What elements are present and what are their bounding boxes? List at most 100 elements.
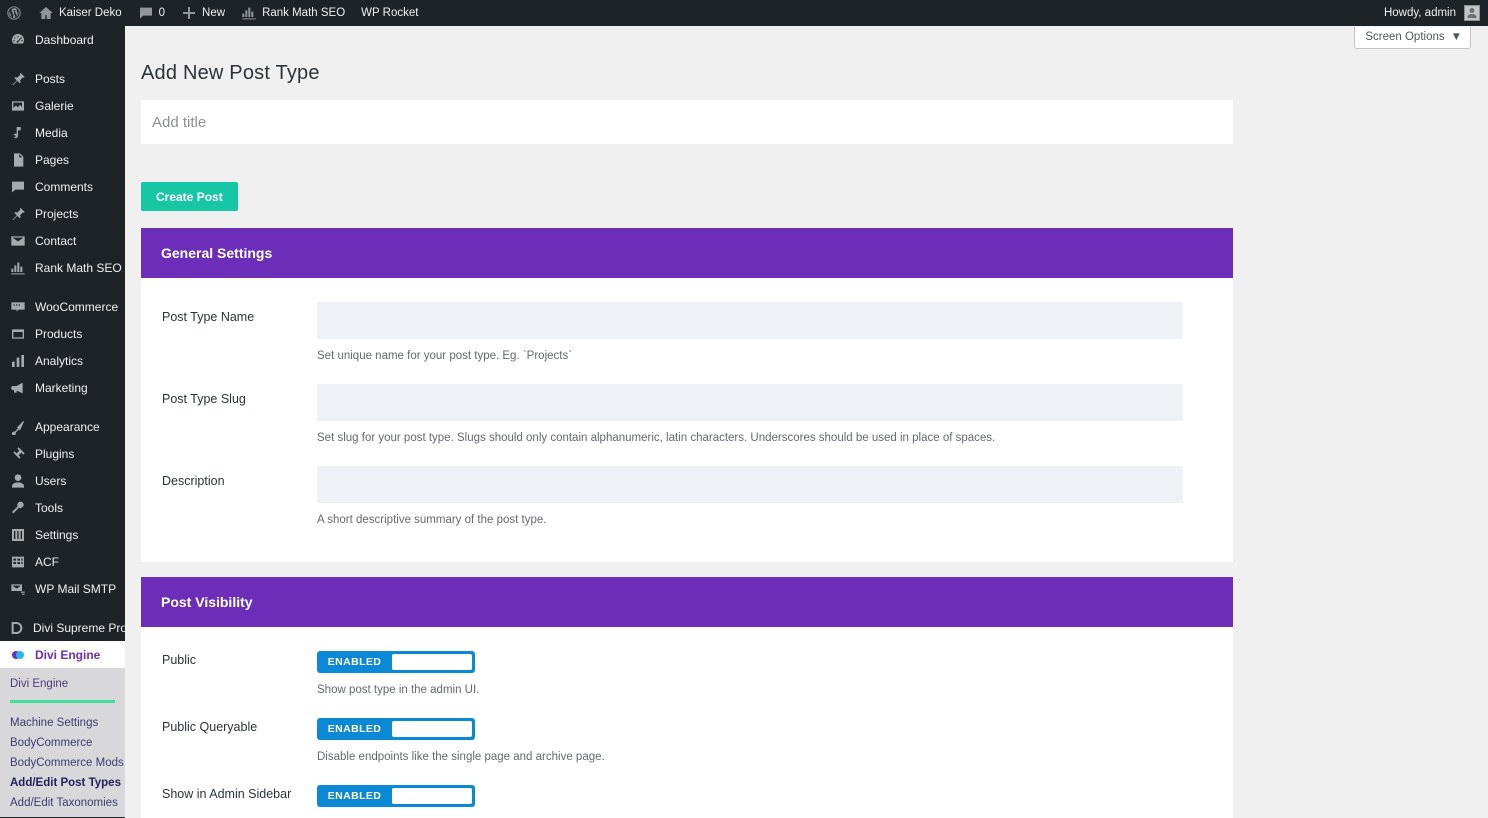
sidebar-item-appearance[interactable]: Appearance bbox=[0, 413, 125, 440]
sidebar-item-users[interactable]: Users bbox=[0, 467, 125, 494]
description-input[interactable] bbox=[317, 466, 1183, 503]
show-in-admin-sidebar-toggle-knob[interactable] bbox=[392, 788, 472, 804]
toggle-label-public-queryable: Public Queryable bbox=[162, 720, 258, 734]
sidebar-item-tools[interactable]: Tools bbox=[0, 494, 125, 521]
sidebar-label-projects: Projects bbox=[35, 206, 79, 221]
post-title-input[interactable] bbox=[152, 113, 1233, 131]
sliders-icon bbox=[9, 527, 27, 543]
sidebar-label-tools: Tools bbox=[35, 500, 64, 515]
sidebar-item-projects[interactable]: Projects bbox=[0, 200, 125, 227]
public-queryable-toggle-knob[interactable] bbox=[392, 721, 472, 737]
field-help-post-type-slug: Set slug for your post type. Slugs shoul… bbox=[317, 432, 996, 444]
sidebar-item-divi-engine[interactable]: Divi Engine bbox=[0, 641, 125, 668]
sidebar-label-divi-supreme-pro: Divi Supreme Pro bbox=[33, 620, 125, 635]
post-visibility-body: Public ENABLED Show post type in the adm… bbox=[141, 627, 1233, 818]
general-settings-body: Post Type Name Set unique name for your … bbox=[141, 278, 1233, 562]
field-row-post-type-name: Post Type Name Set unique name for your … bbox=[141, 302, 1233, 380]
sidebar-item-pages[interactable]: Pages bbox=[0, 146, 125, 173]
field-row-post-type-slug: Post Type Slug Set slug for your post ty… bbox=[141, 384, 1233, 462]
sidebar-item-marketing[interactable]: Marketing bbox=[0, 374, 125, 401]
adminbar-comment-count: 0 bbox=[158, 7, 166, 19]
admin-sidebar[interactable]: Dashboard Posts Galerie Media Pages Comm… bbox=[0, 26, 125, 818]
submenu-heading[interactable]: Divi Engine bbox=[0, 674, 125, 700]
public-toggle[interactable]: ENABLED bbox=[317, 651, 475, 673]
toggle-control-public-queryable: ENABLED Disable endpoints like the singl… bbox=[317, 718, 1233, 781]
submenu-item-bodycommerce-mods[interactable]: BodyCommerce Mods bbox=[0, 753, 125, 773]
adminbar-howdy[interactable]: Howdy, admin bbox=[1384, 0, 1456, 26]
general-settings-panel: General Settings Post Type Name Set uniq… bbox=[141, 228, 1233, 562]
submenu-item-add-edit-taxonomies[interactable]: Add/Edit Taxonomies bbox=[0, 793, 125, 813]
sidebar-label-marketing: Marketing bbox=[35, 380, 88, 395]
screen-options-label: Screen Options bbox=[1365, 31, 1445, 43]
sidebar-label-comments: Comments bbox=[35, 179, 94, 194]
sidebar-label-plugins: Plugins bbox=[35, 446, 75, 461]
field-control-description: A short descriptive summary of the post … bbox=[317, 466, 1233, 544]
grid-icon bbox=[9, 554, 27, 570]
field-help-post-type-name: Set unique name for your post type. Eg. … bbox=[317, 350, 573, 362]
sidebar-item-galerie[interactable]: Galerie bbox=[0, 92, 125, 119]
sidebar-separator bbox=[0, 602, 125, 614]
sidebar-item-woocommerce[interactable]: WooCommerce bbox=[0, 293, 125, 320]
adminbar-site-name[interactable]: Kaiser Deko bbox=[30, 0, 130, 26]
toggle-row-show-in-admin-sidebar: Show in Admin Sidebar ENABLED Show post … bbox=[141, 785, 1233, 818]
megaphone-icon bbox=[9, 380, 27, 396]
field-control-post-type-slug: Set slug for your post type. Slugs shoul… bbox=[317, 384, 1233, 462]
sidebar-item-comments[interactable]: Comments bbox=[0, 173, 125, 200]
sidebar-label-galerie: Galerie bbox=[35, 98, 74, 113]
public-queryable-toggle[interactable]: ENABLED bbox=[317, 718, 475, 740]
post-type-slug-input[interactable] bbox=[317, 384, 1183, 421]
comment-icon bbox=[9, 179, 27, 195]
post-type-name-input[interactable] bbox=[317, 302, 1183, 339]
sidebar-item-products[interactable]: Products bbox=[0, 320, 125, 347]
adminbar-wp-rocket[interactable]: WP Rocket bbox=[353, 0, 426, 26]
woocommerce-icon bbox=[9, 299, 27, 315]
adminbar-wp-rocket-label: WP Rocket bbox=[361, 7, 419, 19]
field-row-description: Description A short descriptive summary … bbox=[141, 466, 1233, 544]
toggle-row-public-queryable: Public Queryable ENABLED Disable endpoin… bbox=[141, 718, 1233, 781]
sidebar-item-contact[interactable]: Contact bbox=[0, 227, 125, 254]
sidebar-item-media[interactable]: Media bbox=[0, 119, 125, 146]
sidebar-item-rank-math-seo[interactable]: Rank Math SEO bbox=[0, 254, 125, 281]
screen-options-toggle[interactable]: Screen Options ▼ bbox=[1354, 27, 1471, 49]
adminbar-rank-math[interactable]: Rank Math SEO bbox=[233, 0, 353, 26]
toggle-help-public-queryable: Disable endpoints like the single page a… bbox=[317, 751, 605, 763]
sidebar-item-wp-mail-smtp[interactable]: WP Mail SMTP bbox=[0, 575, 125, 602]
sidebar-separator bbox=[0, 53, 125, 65]
submenu-item-machine-settings[interactable]: Machine Settings bbox=[0, 713, 125, 733]
public-toggle-knob[interactable] bbox=[392, 654, 472, 670]
sidebar-label-products: Products bbox=[35, 326, 83, 341]
show-in-admin-sidebar-toggle[interactable]: ENABLED bbox=[317, 785, 475, 807]
public-toggle-state: ENABLED bbox=[327, 656, 382, 668]
sidebar-submenu-divi-engine: Divi Engine Machine Settings BodyCommerc… bbox=[0, 668, 125, 817]
sidebar-item-acf[interactable]: ACF bbox=[0, 548, 125, 575]
page-title: Add New Post Type bbox=[141, 62, 320, 84]
pin-icon bbox=[9, 71, 27, 87]
public-queryable-toggle-state: ENABLED bbox=[327, 723, 382, 735]
general-settings-heading: General Settings bbox=[141, 228, 1233, 278]
toggle-control-public: ENABLED Show post type in the admin UI. bbox=[317, 651, 1233, 714]
sidebar-item-dashboard[interactable]: Dashboard bbox=[0, 26, 125, 53]
sidebar-item-settings[interactable]: Settings bbox=[0, 521, 125, 548]
field-label-post-type-name: Post Type Name bbox=[162, 310, 255, 324]
submenu-item-add-edit-post-types[interactable]: Add/Edit Post Types bbox=[0, 773, 125, 793]
sidebar-item-posts[interactable]: Posts bbox=[0, 65, 125, 92]
plug-icon bbox=[9, 446, 27, 462]
sidebar-item-analytics[interactable]: Analytics bbox=[0, 347, 125, 374]
adminbar-wordpress-logo[interactable] bbox=[0, 0, 30, 26]
adminbar-new-label: New bbox=[202, 7, 226, 19]
sidebar-label-analytics: Analytics bbox=[35, 353, 84, 368]
avatar[interactable] bbox=[1464, 5, 1480, 21]
divi-engine-icon bbox=[9, 647, 27, 663]
toggle-control-show-in-admin-sidebar: ENABLED Show post type in admin sidebar. bbox=[317, 785, 1233, 818]
adminbar-new[interactable]: New bbox=[173, 0, 233, 26]
create-post-button[interactable]: Create Post bbox=[141, 182, 238, 211]
post-visibility-panel: Post Visibility Public ENABLED Show post… bbox=[141, 577, 1233, 818]
sidebar-item-plugins[interactable]: Plugins bbox=[0, 440, 125, 467]
post-title-field[interactable] bbox=[141, 100, 1233, 144]
adminbar-right-group: Howdy, admin bbox=[1384, 0, 1488, 26]
sidebar-label-woocommerce: WooCommerce bbox=[35, 299, 119, 314]
sidebar-label-divi-engine: Divi Engine bbox=[35, 647, 101, 662]
adminbar-comments[interactable]: 0 bbox=[130, 0, 173, 26]
sidebar-item-divi-supreme-pro[interactable]: Divi Supreme Pro bbox=[0, 614, 125, 641]
submenu-item-bodycommerce[interactable]: BodyCommerce bbox=[0, 733, 125, 753]
